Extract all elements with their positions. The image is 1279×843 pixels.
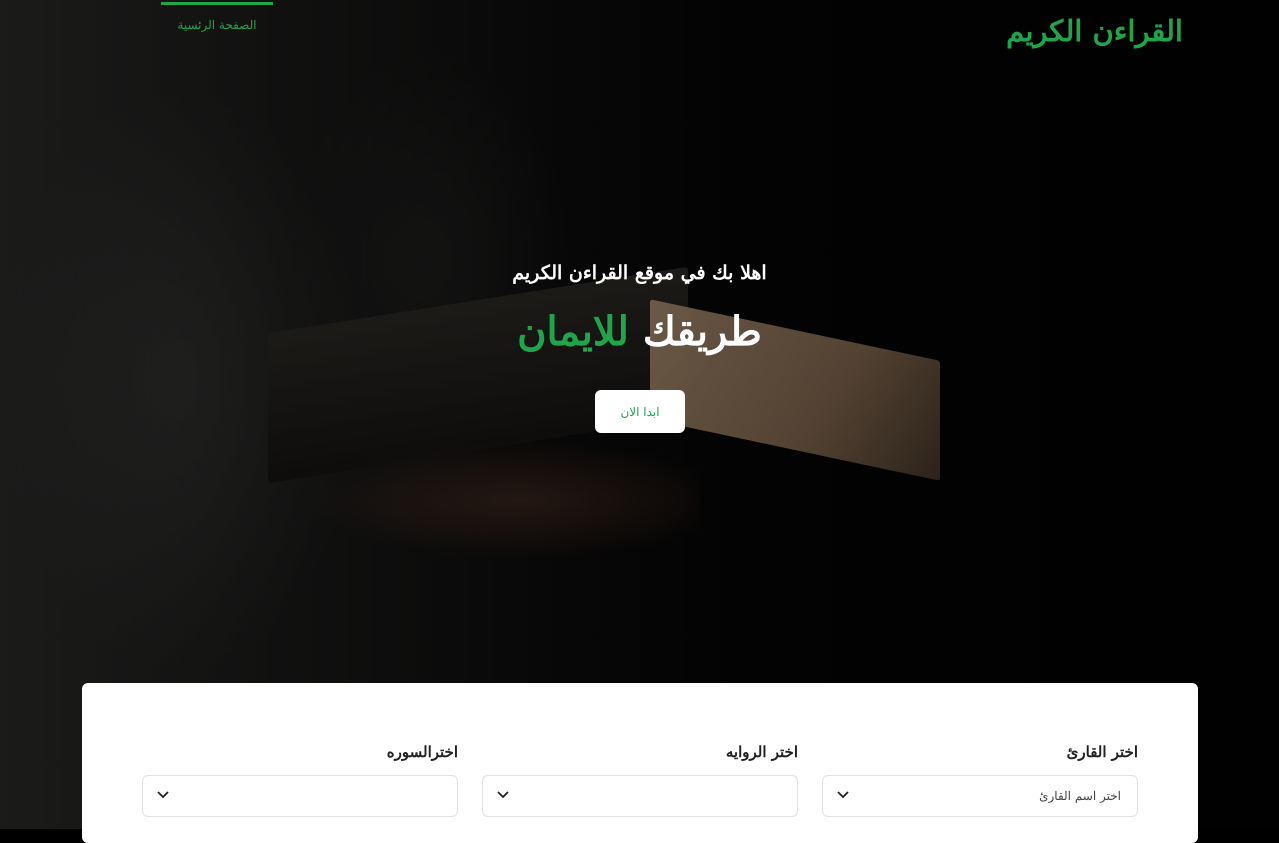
- chevron-down-icon: [157, 791, 169, 799]
- tagline-word-path: طريقك: [642, 308, 762, 355]
- reader-field: اختر القارئ اختر اسم القارئ: [822, 743, 1138, 817]
- nav-item-label: الصفحة الرئسية: [177, 18, 257, 32]
- start-now-button[interactable]: ابدا الان: [595, 390, 685, 433]
- reader-select[interactable]: اختر اسم القارئ: [822, 775, 1138, 817]
- chevron-down-icon: [837, 791, 849, 799]
- surah-field: اخترالسوره: [142, 743, 458, 817]
- site-logo[interactable]: القراءن الكريم: [1006, 14, 1183, 48]
- narration-label: اختر الروايه: [725, 743, 798, 761]
- tagline-word-faith: للايمان: [517, 308, 629, 355]
- nav-active-indicator: [161, 2, 273, 5]
- selection-panel: اختر القارئ اختر اسم القارئ اختر الروايه…: [82, 683, 1198, 843]
- narration-select[interactable]: [482, 775, 798, 817]
- nav-item-home[interactable]: الصفحة الرئسية: [161, 0, 273, 40]
- narration-field: اختر الروايه: [482, 743, 798, 817]
- hero-tagline: طريقك للايمان: [0, 308, 1279, 355]
- reader-select-value: اختر اسم القارئ: [1039, 789, 1121, 803]
- surah-select[interactable]: [142, 775, 458, 817]
- hero-welcome-text: اهلا بك في موقع القراءن الكريم: [512, 262, 767, 284]
- surah-label: اخترالسوره: [386, 743, 458, 761]
- reader-label: اختر القارئ: [1066, 743, 1138, 761]
- chevron-down-icon: [497, 791, 509, 799]
